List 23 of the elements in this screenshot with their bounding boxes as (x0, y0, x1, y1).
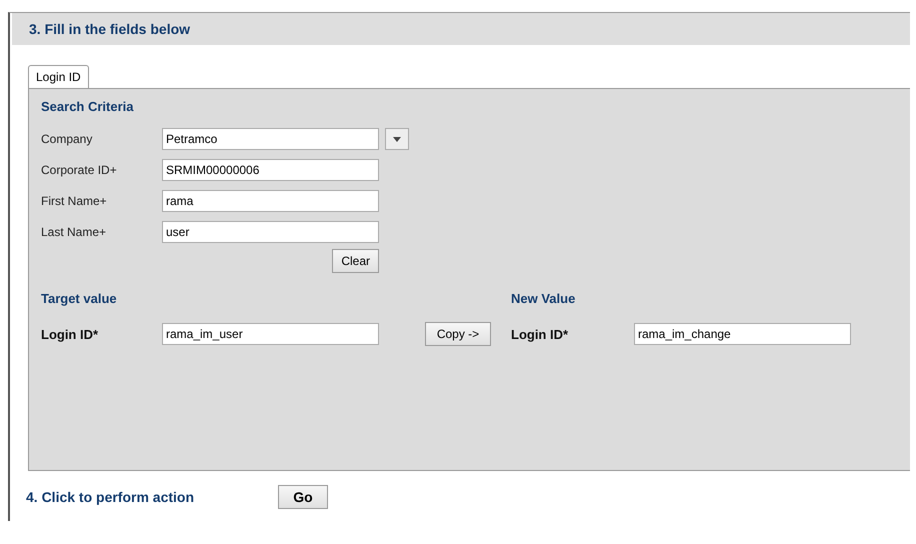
input-field[interactable]: Petramco (162, 128, 379, 150)
field-label: Login ID* (511, 326, 570, 342)
section-title: 3. Fill in the fields below (29, 21, 190, 37)
input-field[interactable]: SRMIM00000006 (162, 159, 379, 181)
field-label: Login ID* (41, 326, 100, 342)
field-label: First Name+ (41, 194, 108, 208)
input-field[interactable]: user (162, 221, 379, 243)
dropdown-button[interactable] (385, 128, 409, 150)
input-field[interactable]: rama_im_user (162, 323, 379, 345)
go-button[interactable]: Go (278, 485, 328, 509)
input-field[interactable]: rama (162, 190, 379, 212)
caret-icon (393, 136, 401, 142)
section-heading: Target value (41, 291, 118, 306)
copy-button[interactable]: Copy -> (425, 322, 491, 346)
action-label: 4. Click to perform action (26, 489, 196, 505)
field-label: Company (41, 132, 94, 146)
field-label: Last Name+ (41, 225, 108, 239)
input-field[interactable]: rama_im_change (634, 323, 851, 345)
clear-button[interactable]: Clear (332, 249, 379, 273)
section-heading: New Value (511, 291, 576, 306)
field-label: Corporate ID+ (41, 163, 118, 177)
tab[interactable]: Login ID (28, 65, 89, 88)
section-heading: Search Criteria (41, 99, 134, 114)
